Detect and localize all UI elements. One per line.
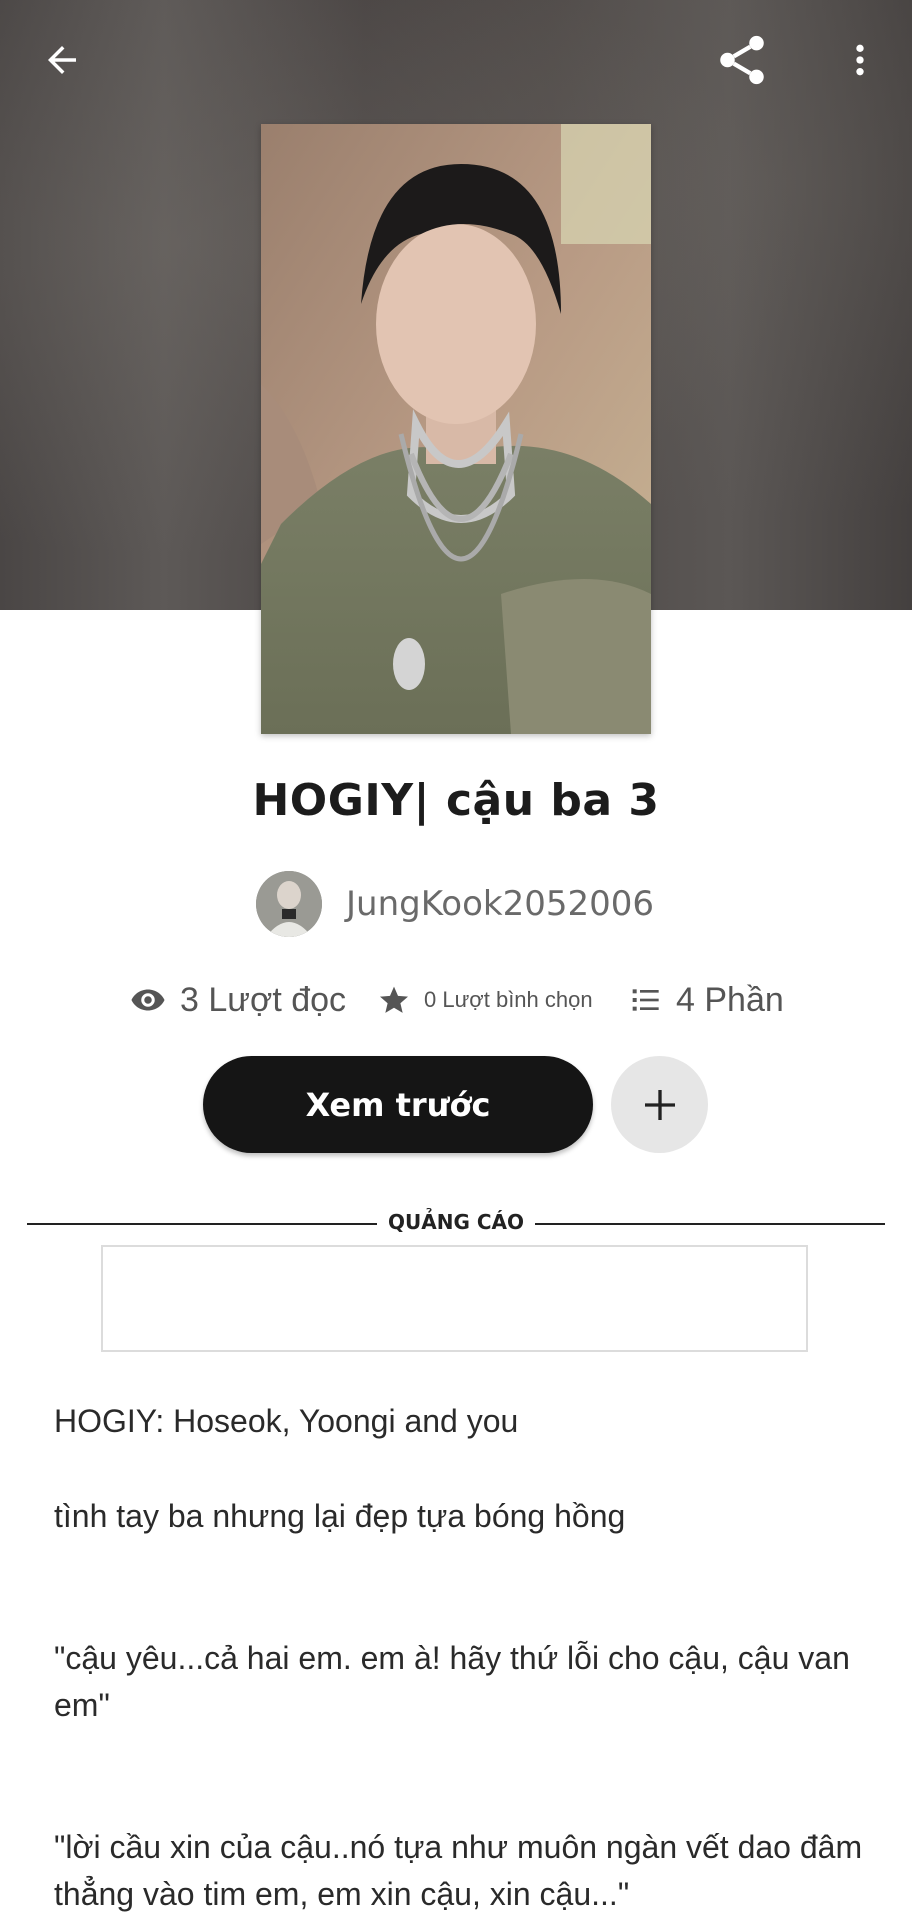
reads-stat: 3 Lượt đọc [130, 970, 346, 1030]
back-button[interactable] [30, 28, 94, 92]
vertical-ellipsis-icon [856, 44, 864, 76]
share-button[interactable] [710, 28, 774, 92]
more-options-button[interactable] [828, 28, 892, 92]
story-stats: 3 Lượt đọc 0 Lượt bình chọn 4 Phần [0, 970, 912, 1030]
votes-count: 0 Lượt bình chọn [424, 987, 593, 1012]
share-icon [720, 35, 764, 85]
list-icon [632, 989, 659, 1011]
eye-icon [131, 989, 165, 1011]
story-description: HOGIY: Hoseok, Yoongi and you tình tay b… [54, 1398, 864, 1918]
votes-stat: 0 Lượt bình chọn [378, 970, 593, 1030]
author-name: JungKook2052006 [346, 884, 655, 924]
ad-slot[interactable] [101, 1245, 808, 1352]
description-paragraph: tình tay ba nhưng lại đẹp tựa bóng hồng [54, 1498, 626, 1534]
plus-icon [644, 1089, 675, 1120]
add-to-library-button[interactable] [611, 1056, 708, 1153]
divider-line-left [27, 1223, 377, 1225]
parts-stat: 4 Phần [630, 970, 784, 1030]
description-paragraph: "cậu yêu...cả hai em. em à! hãy thứ lỗi … [54, 1640, 850, 1723]
ad-label: QUẢNG CÁO [388, 1210, 524, 1234]
author-avatar [256, 871, 322, 937]
description-paragraph: HOGIY: Hoseok, Yoongi and you [54, 1403, 519, 1439]
divider-line-right [535, 1223, 885, 1225]
parts-count: 4 Phần [676, 980, 784, 1019]
star-icon [380, 986, 408, 1013]
author-link[interactable]: JungKook2052006 [256, 870, 654, 938]
story-cover-image [261, 124, 651, 734]
ad-divider: QUẢNG CÁO [27, 1206, 885, 1240]
reads-count: 3 Lượt đọc [180, 980, 347, 1019]
description-paragraph: "lời cầu xin của cậu..nó tựa như muôn ng… [54, 1829, 863, 1912]
story-title: HOGIY| cậu ba 3 [252, 775, 660, 826]
arrow-left-icon [48, 46, 76, 74]
preview-button[interactable]: Xem trước [203, 1056, 593, 1153]
